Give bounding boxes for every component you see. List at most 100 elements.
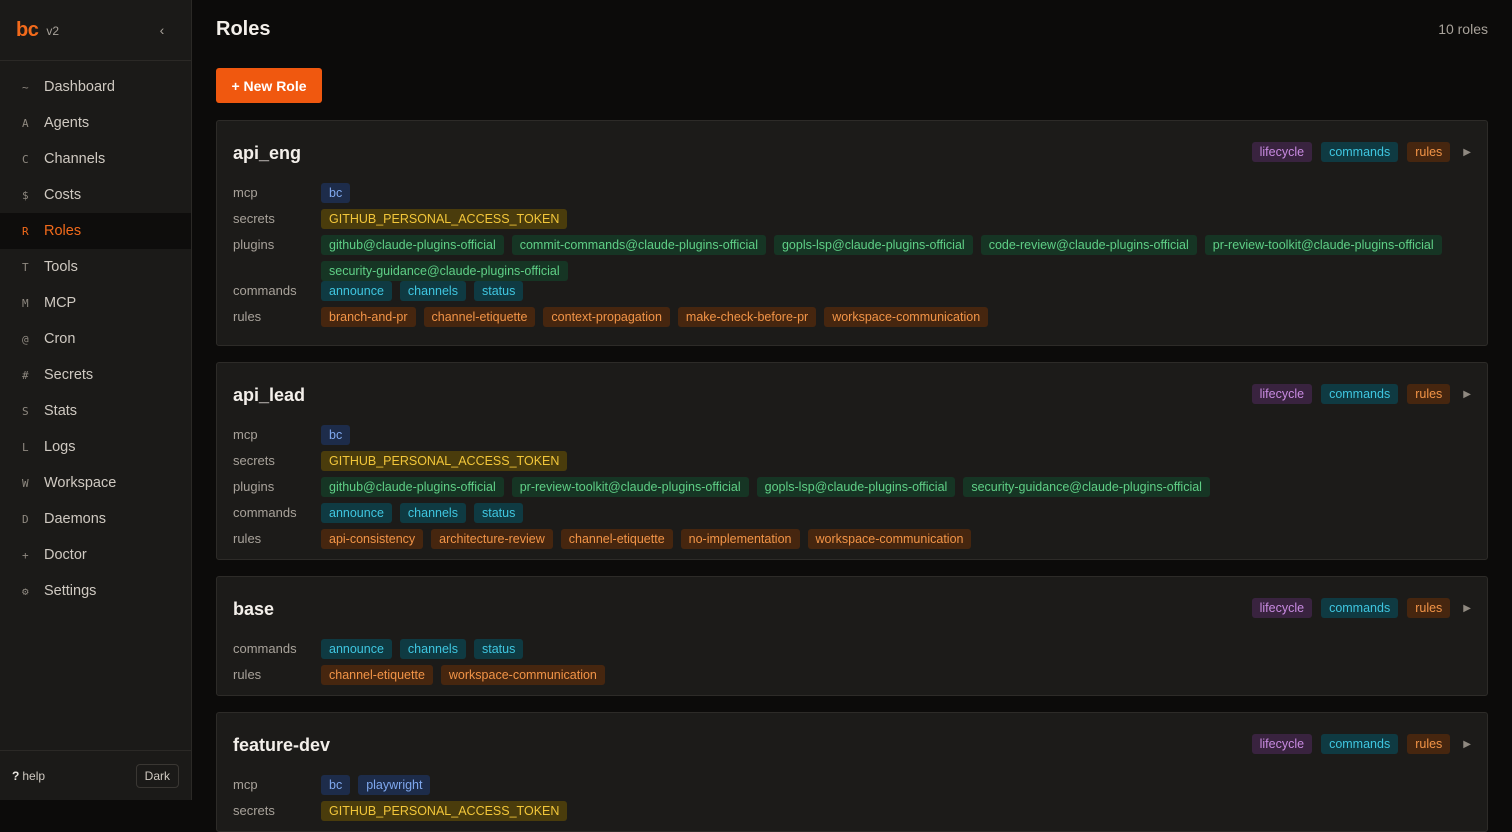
tag-list: channel-etiquette workspace-communication [321,665,605,685]
mcp-tag: bc [321,775,351,795]
role-card[interactable]: api_eng lifecycle commands rules ▶ mcp bc secre… [216,120,1488,346]
plugin-tag: github@claude-plugins-official [321,477,504,497]
role-name: base [233,598,275,619]
secret-tag: GITHUB_PERSONAL_ACCESS_TOKEN [321,209,568,229]
plugin-tag: security-guidance@claude-plugins-officia… [963,477,1210,497]
help-label: help [22,768,46,783]
tag-list: bc [321,425,351,445]
role-attr-row-rules: rules api-consistency architecture-review c… [233,529,1471,555]
nav-glyph-icon: D [22,512,29,526]
tag-list: api-consistency architecture-review channe… [321,529,972,549]
sidebar-item-label: Doctor [44,547,87,563]
role-card[interactable]: feature-dev lifecycle commands rules ▶ mcp bc p… [216,712,1488,832]
sidebar-item-label: Workspace [44,475,117,491]
cmd-tag: announce [321,503,392,523]
page-title: Roles [216,17,271,40]
role-card-header[interactable]: api_lead lifecycle commands rules ▶ [233,363,1471,425]
row-label: rules [233,667,262,682]
expand-arrow-icon[interactable]: ▶ [1463,603,1471,614]
sidebar-footer: ? help Dark [0,750,191,800]
plugin-tag: security-guidance@claude-plugins-officia… [321,261,568,281]
role-card-header[interactable]: base lifecycle commands rules ▶ [233,577,1471,639]
expand-arrow-icon[interactable]: ▶ [1463,739,1471,750]
sidebar-item-label: Logs [44,439,76,455]
sidebar-item-workspace[interactable]: W Workspace [0,465,191,501]
brand-logo[interactable]: bc [16,19,39,42]
row-label: commands [233,641,297,656]
sidebar-item-mcp[interactable]: M MCP [0,285,191,321]
row-label: mcp [233,777,258,792]
role-card[interactable]: api_lead lifecycle commands rules ▶ mcp bc secr… [216,362,1488,560]
summary-tag-commands: commands [1321,384,1399,404]
expand-arrow-icon[interactable]: ▶ [1463,389,1471,400]
cmd-tag: status [473,639,524,659]
help-link[interactable]: ? help [12,769,45,783]
expand-arrow-icon[interactable]: ▶ [1463,147,1471,158]
tag-list: branch-and-pr channel-etiquette context-pr… [321,307,989,327]
sidebar-item-daemons[interactable]: D Daemons [0,501,191,537]
sidebar-item-secrets[interactable]: # Secrets [0,357,191,393]
theme-toggle-button[interactable]: Dark [135,763,179,788]
summary-tag-rules: rules [1407,734,1451,754]
role-count: 10 roles [1438,21,1488,37]
role-summary-tags: lifecycle commands rules ▶ [1251,384,1471,404]
collapse-sidebar-icon[interactable]: ‹ [155,20,169,40]
sidebar-item-label: Costs [44,187,82,203]
sidebar-item-stats[interactable]: S Stats [0,393,191,429]
role-attr-row-plugins: plugins github@claude-plugins-official pr-… [233,477,1471,503]
rule-tag: api-consistency [321,529,424,549]
sidebar-item-cron[interactable]: @ Cron [0,321,191,357]
sidebar-item-logs[interactable]: L Logs [0,429,191,465]
nav-glyph-icon: ~ [22,80,29,94]
sidebar-item-roles[interactable]: R Roles [0,213,191,249]
role-card-header[interactable]: api_eng lifecycle commands rules ▶ [233,121,1471,183]
row-label: mcp [233,185,258,200]
sidebar-item-label: Channels [44,151,106,167]
sidebar-item-agents[interactable]: A Agents [0,105,191,141]
sidebar-nav: ~ Dashboard A Agents C Channels $ Costs R Roles T T… [0,61,191,609]
role-name: api_eng [233,142,302,163]
sidebar-item-doctor[interactable]: + Doctor [0,537,191,573]
sidebar-item-settings[interactable]: ⚙ Settings [0,573,191,609]
role-summary-tags: lifecycle commands rules ▶ [1251,598,1471,618]
cmd-tag: announce [321,639,392,659]
nav-glyph-icon: A [22,116,29,130]
tag-list: announce channels status [321,281,524,301]
role-attr-row-commands: commands announce channels status [233,639,1471,665]
mcp-tag: bc [321,425,351,445]
nav-glyph-icon: T [22,260,29,274]
summary-tag-commands: commands [1321,734,1399,754]
help-key-icon: ? [12,768,20,783]
summary-tag-lifecycle: lifecycle [1251,734,1313,754]
rule-tag: channel-etiquette [423,307,536,327]
tag-list: bc [321,183,351,203]
summary-tag-rules: rules [1407,384,1451,404]
plugin-tag: gopls-lsp@claude-plugins-official [756,477,956,497]
role-name: api_lead [233,384,306,405]
row-label: secrets [233,211,275,226]
tag-list: announce channels status [321,503,524,523]
sidebar-item-dashboard[interactable]: ~ Dashboard [0,69,191,105]
summary-tag-commands: commands [1321,598,1399,618]
summary-tag-commands: commands [1321,142,1399,162]
row-label: rules [233,531,262,546]
role-card-header[interactable]: feature-dev lifecycle commands rules ▶ [233,713,1471,775]
tag-list: GITHUB_PERSONAL_ACCESS_TOKEN [321,209,568,229]
role-card[interactable]: base lifecycle commands rules ▶ commands annou… [216,576,1488,696]
role-attr-row-secrets: secrets GITHUB_PERSONAL_ACCESS_TOKEN [233,801,1471,827]
new-role-button[interactable]: + New Role [216,68,322,103]
sidebar-item-costs[interactable]: $ Costs [0,177,191,213]
summary-tag-rules: rules [1407,598,1451,618]
sidebar-item-tools[interactable]: T Tools [0,249,191,285]
tag-list: github@claude-plugins-official pr-review-… [321,477,1210,497]
secret-tag: GITHUB_PERSONAL_ACCESS_TOKEN [321,801,568,821]
sidebar-item-channels[interactable]: C Channels [0,141,191,177]
plugin-tag: pr-review-toolkit@claude-plugins-officia… [511,477,749,497]
role-name: feature-dev [233,734,331,755]
rule-tag: workspace-communication [440,665,605,685]
nav-glyph-icon: # [22,368,29,382]
role-attr-row-plugins: plugins github@claude-plugins-official com… [233,235,1471,281]
nav-glyph-icon: W [22,476,29,490]
role-attr-row-commands: commands announce channels status [233,503,1471,529]
sidebar-item-label: Agents [44,115,90,131]
